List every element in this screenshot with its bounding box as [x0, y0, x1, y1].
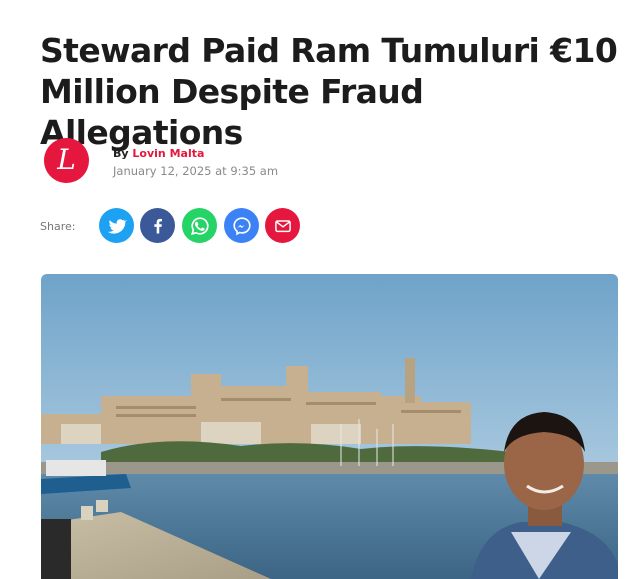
- avatar-logo-letter: L: [57, 142, 76, 176]
- author-meta: L By Lovin Malta January 12, 2025 at 9:3…: [44, 138, 444, 184]
- headline-line-1: Steward Paid Ram Tumuluri €10: [40, 31, 618, 70]
- share-label: Share:: [40, 220, 76, 233]
- share-messenger-button[interactable]: [224, 208, 259, 243]
- publish-date: January 12, 2025 at 9:35 am: [113, 164, 279, 178]
- share-bar: Share:: [40, 208, 340, 244]
- facebook-icon: [153, 218, 162, 233]
- author-avatar[interactable]: L: [44, 138, 89, 183]
- share-email-button[interactable]: [265, 208, 300, 243]
- article-hero-image: [41, 274, 618, 579]
- byline-prefix: By: [113, 147, 129, 160]
- messenger-icon: [232, 216, 251, 235]
- author-link[interactable]: Lovin Malta: [132, 147, 204, 160]
- email-icon: [274, 219, 291, 232]
- share-facebook-button[interactable]: [140, 208, 175, 243]
- hero-photo-harbour-and-portrait: [41, 274, 618, 579]
- twitter-icon: [107, 218, 127, 234]
- share-twitter-button[interactable]: [99, 208, 134, 243]
- article-headline: Steward Paid Ram Tumuluri €10 Million De…: [40, 30, 630, 153]
- byline: By Lovin Malta: [113, 147, 204, 160]
- share-whatsapp-button[interactable]: [182, 208, 217, 243]
- whatsapp-icon: [190, 216, 209, 235]
